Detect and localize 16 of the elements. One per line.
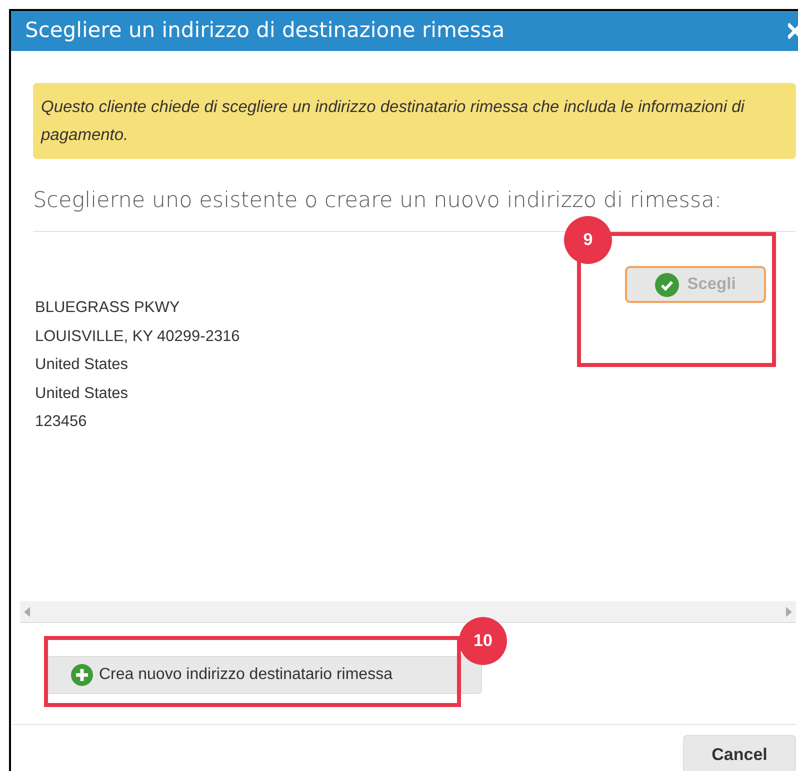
dialog-title: Scegliere un indirizzo di destinazione rimessa: [25, 17, 505, 44]
address-line: United States: [35, 384, 130, 404]
close-icon[interactable]: [788, 22, 798, 40]
address-line: United States: [35, 355, 130, 376]
section-heading: Sceglierne uno esistente o creare un nuovo indirizzo di rimessa:: [33, 187, 723, 215]
check-icon: [655, 272, 680, 297]
notice-banner: Questo cliente chiede di scegliere un indirizzo destinatario rimessa che includa le informazioni di pagamento.: [33, 83, 796, 159]
address-line: 123456: [35, 412, 88, 432]
step-badge: 9: [564, 216, 612, 264]
plus-icon: [71, 664, 93, 686]
address-line: LOUISVILLE, KY 40299-2316: [35, 326, 240, 347]
horizontal-scrollbar[interactable]: [20, 601, 796, 624]
cancel-button[interactable]: Cancel: [683, 735, 796, 771]
scroll-left-icon[interactable]: [24, 606, 30, 617]
scroll-right-icon[interactable]: [786, 606, 792, 617]
address-line: BLUEGRASS PKWY: [35, 298, 181, 318]
